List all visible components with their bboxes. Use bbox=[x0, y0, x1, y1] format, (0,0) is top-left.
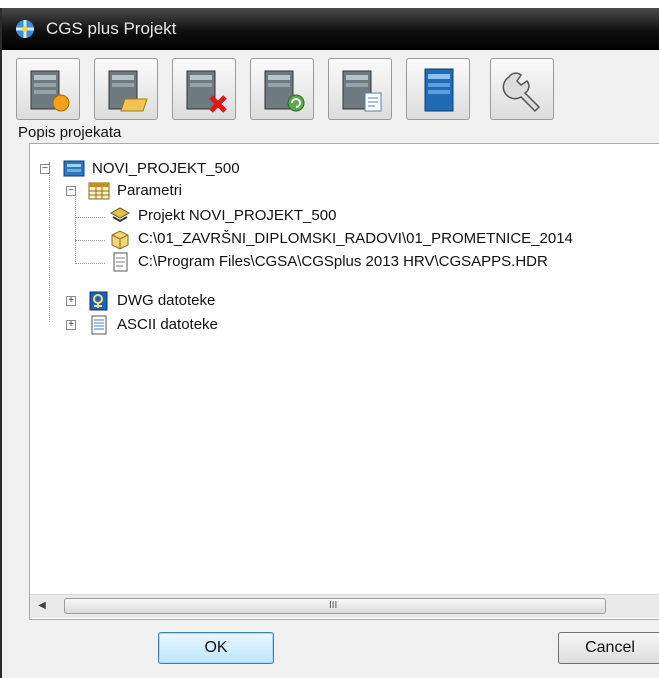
title-bar[interactable]: CGS plus Projekt bbox=[2, 8, 659, 50]
settings-button[interactable] bbox=[490, 58, 554, 120]
toolbar bbox=[16, 56, 656, 122]
file-icon bbox=[108, 251, 132, 273]
expand-toggle[interactable]: + bbox=[66, 296, 76, 306]
ok-button[interactable]: OK bbox=[158, 632, 274, 664]
cancel-button[interactable]: Cancel bbox=[558, 632, 659, 664]
tree-node-label: NOVI_PROJEKT_500 bbox=[92, 160, 240, 177]
scroll-thumb[interactable]: III bbox=[64, 598, 606, 614]
tree-node-label: DWG datoteke bbox=[117, 292, 216, 309]
tree-line bbox=[75, 263, 105, 264]
tree-node-label: Parametri bbox=[117, 182, 183, 199]
tree-line bbox=[49, 162, 50, 322]
tree-line bbox=[75, 186, 76, 264]
delete-project-button[interactable] bbox=[172, 58, 236, 120]
collapse-toggle[interactable]: − bbox=[40, 164, 50, 174]
window-title: CGS plus Projekt bbox=[46, 19, 177, 38]
tree-node-label: Projekt NOVI_PROJEKT_500 bbox=[138, 207, 337, 224]
project-tool-icon bbox=[108, 205, 132, 227]
project-tree[interactable]: − NOVI_PROJEKT_500 − Parametri Projekt N… bbox=[29, 143, 659, 620]
new-project-button[interactable] bbox=[16, 58, 80, 120]
collapse-toggle[interactable]: − bbox=[66, 186, 76, 196]
ascii-files-icon bbox=[87, 314, 111, 336]
project-list-caption: Popis projekata bbox=[18, 124, 122, 141]
horizontal-scrollbar[interactable]: ◀ III bbox=[30, 594, 659, 618]
scroll-grip-icon: III bbox=[329, 600, 338, 611]
project-document-button[interactable] bbox=[328, 58, 392, 120]
expand-toggle[interactable]: + bbox=[66, 320, 76, 330]
tree-line bbox=[75, 240, 105, 241]
refresh-project-button[interactable] bbox=[250, 58, 314, 120]
app-icon bbox=[14, 18, 36, 40]
tree-node-label: ASCII datoteke bbox=[117, 316, 218, 333]
project-server-icon bbox=[62, 158, 86, 180]
folder-path-icon bbox=[108, 228, 132, 250]
cgs-projekt-window: CGS plus Projekt Popis projekata − NOVI_… bbox=[0, 8, 659, 678]
parameters-grid-icon bbox=[87, 180, 111, 202]
project-server-button[interactable] bbox=[406, 58, 470, 120]
tree-node-label: C:\Program Files\CGSA\CGSplus 2013 HRV\C… bbox=[138, 253, 548, 270]
tree-node-label: C:\01_ZAVRŠNI_DIPLOMSKI_RADOVI\01_PROMET… bbox=[138, 230, 573, 247]
scroll-left-arrow-icon[interactable]: ◀ bbox=[34, 598, 50, 614]
dwg-files-icon bbox=[87, 290, 111, 312]
open-project-button[interactable] bbox=[94, 58, 158, 120]
tree-line bbox=[75, 217, 105, 218]
